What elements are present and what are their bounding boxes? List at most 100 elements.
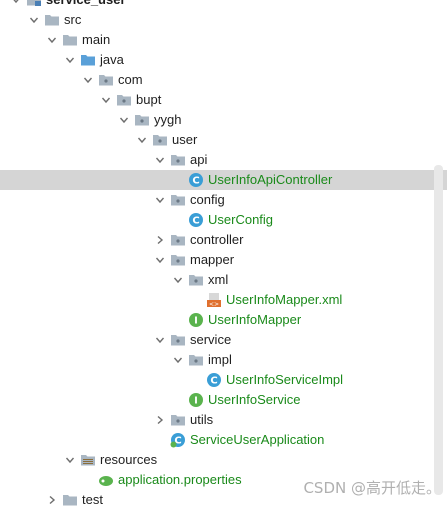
tree-node-userinfoapicontroller[interactable]: C UserInfoApiController [0,170,447,190]
package-icon [170,192,186,208]
tree-node-label: bupt [136,92,162,107]
tree-node-java[interactable]: java [0,50,447,70]
tree-node-userinfomapper[interactable]: I UserInfoMapper [0,310,447,330]
tree-node-src[interactable]: src [0,10,447,30]
chevron-down-icon[interactable] [154,330,166,350]
chevron-down-icon[interactable] [82,70,94,90]
tree-node-label: UserInfoMapper [208,312,302,327]
tree-node-label: resources [100,452,158,467]
tree-node-com[interactable]: com [0,70,447,90]
tree-node-label: UserInfoServiceImpl [226,372,344,387]
tree-node-label: java [100,52,124,67]
tree-node-label: controller [190,232,244,247]
svg-text:C: C [210,376,217,387]
tree-node-label: main [82,32,111,47]
package-icon [98,72,114,88]
chevron-down-icon[interactable] [28,10,40,30]
tree-node-label: test [82,492,103,507]
svg-text:<>: <> [209,301,219,308]
resources-folder-icon [80,452,96,468]
class-icon: C [206,372,222,388]
tree-node-label: config [190,192,225,207]
tree-node-label: mapper [190,252,235,267]
chevron-down-icon[interactable] [118,110,130,130]
tree-node-service-user[interactable]: service_user [0,0,447,10]
source-folder-icon [80,52,96,68]
tree-node-api[interactable]: api [0,150,447,170]
svg-text:C: C [192,176,199,187]
watermark-text: CSDN @高开低走。 [303,479,441,497]
chevron-down-icon[interactable] [172,270,184,290]
tree-node-service[interactable]: service [0,330,447,350]
svg-text:I: I [194,316,198,327]
tree-node-config[interactable]: config [0,190,447,210]
chevron-right-icon[interactable] [154,410,166,430]
package-icon [116,92,132,108]
class-icon: C [188,172,204,188]
tree-node-resources[interactable]: resources [0,450,447,470]
tree-node-label: UserInfoService [208,392,301,407]
project-tree[interactable]: service_usersrcmain java com bupt yygh user ap… [0,0,447,510]
package-icon [188,272,204,288]
tree-node-label: application.properties [118,472,242,487]
tree-node-utils[interactable]: utils [0,410,447,430]
chevron-down-icon[interactable] [100,90,112,110]
tree-node-label: utils [190,412,214,427]
tree-node-impl[interactable]: impl [0,350,447,370]
tree-node-userinfoservice[interactable]: I UserInfoService [0,390,447,410]
folder-icon [44,12,60,28]
tree-node-label: UserInfoMapper.xml [226,292,343,307]
svg-text:C: C [192,216,199,227]
chevron-down-icon[interactable] [64,450,76,470]
tree-node-label: api [190,152,208,167]
tree-node-mapper[interactable]: mapper [0,250,447,270]
package-icon [170,252,186,268]
tree-node-label: com [118,72,143,87]
tree-node-main[interactable]: main [0,30,447,50]
tree-node-label: xml [208,272,229,287]
tree-node-userinfomapper-xml[interactable]: <> UserInfoMapper.xml [0,290,447,310]
interface-icon: I [188,392,204,408]
spring-boot-class-icon: C [170,432,186,448]
tree-node-userconfig[interactable]: C UserConfig [0,210,447,230]
module-icon [26,0,42,8]
package-icon [134,112,150,128]
xml-file-icon: <> [206,292,222,308]
package-icon [170,152,186,168]
tree-node-label: src [64,12,82,27]
package-icon [170,232,186,248]
chevron-down-icon[interactable] [154,150,166,170]
chevron-right-icon[interactable] [154,230,166,250]
chevron-down-icon[interactable] [10,0,22,10]
chevron-down-icon[interactable] [136,130,148,150]
svg-text:I: I [194,396,198,407]
vertical-scrollbar[interactable] [434,165,443,495]
interface-icon: I [188,312,204,328]
tree-node-label: user [172,132,198,147]
tree-node-label: impl [208,352,232,367]
spring-properties-icon [98,472,114,488]
chevron-down-icon[interactable] [172,350,184,370]
chevron-down-icon[interactable] [64,50,76,70]
tree-node-userinfoserviceimpl[interactable]: C UserInfoServiceImpl [0,370,447,390]
folder-icon [62,32,78,48]
package-icon [152,132,168,148]
chevron-down-icon[interactable] [154,250,166,270]
tree-node-yygh[interactable]: yygh [0,110,447,130]
chevron-down-icon[interactable] [46,30,58,50]
tree-node-xml[interactable]: xml [0,270,447,290]
tree-node-label: UserConfig [208,212,274,227]
tree-node-controller[interactable]: controller [0,230,447,250]
tree-node-label: service_user [46,0,126,10]
tree-node-label: yygh [154,112,182,127]
package-icon [170,412,186,428]
package-icon [170,332,186,348]
tree-node-user[interactable]: user [0,130,447,150]
chevron-down-icon[interactable] [154,190,166,210]
tree-node-bupt[interactable]: bupt [0,90,447,110]
tree-node-label: UserInfoApiController [208,172,333,187]
chevron-right-icon[interactable] [46,490,58,510]
tree-node-label: service [190,332,232,347]
tree-node-serviceuserapplication[interactable]: C ServiceUserApplication [0,430,447,450]
tree-node-label: ServiceUserApplication [190,432,325,447]
